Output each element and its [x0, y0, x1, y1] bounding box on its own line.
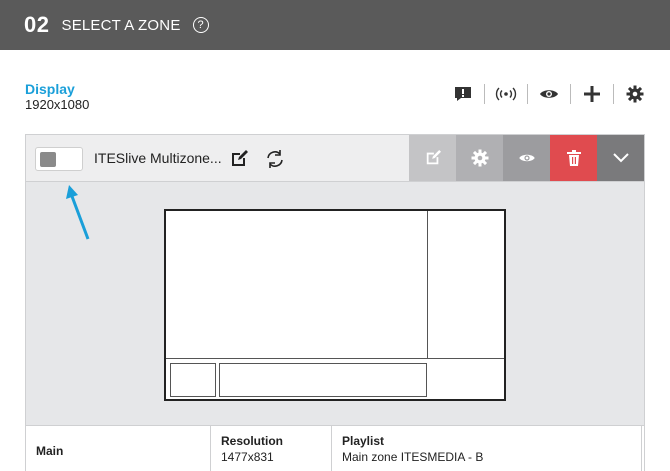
sync-icon[interactable]: [264, 148, 286, 170]
divider: [484, 84, 485, 104]
zone-main-name: Main: [36, 443, 64, 458]
resolution-cell: Resolution 1477x831: [211, 426, 332, 471]
expand-button[interactable]: [597, 135, 644, 181]
playlist-label: Playlist: [342, 434, 385, 448]
display-label[interactable]: Display: [25, 81, 75, 97]
step-number: 02: [24, 12, 50, 37]
zone-main[interactable]: [166, 211, 428, 359]
edit-button[interactable]: [409, 135, 456, 181]
divider: [527, 84, 528, 104]
resolution-label: Resolution: [221, 434, 283, 448]
display-toolbar: [452, 84, 646, 104]
toggle-knob: [40, 152, 56, 167]
resolution-value: 1477x831: [221, 450, 274, 464]
display-resolution: 1920x1080: [25, 97, 90, 112]
zone-layout-preview: [164, 209, 506, 401]
top-header: 02 SELECT A ZONE ?: [0, 0, 670, 50]
zone-side[interactable]: [428, 211, 504, 359]
zone-name: ITESlive Multizone...: [94, 150, 222, 166]
divider: [570, 84, 571, 104]
playlist-cell: Playlist Main zone ITESMEDIA - B: [332, 426, 642, 471]
gear-icon[interactable]: [624, 84, 646, 104]
zone-bottom-left[interactable]: [170, 363, 216, 397]
pointer-arrow-icon: [66, 185, 90, 240]
zone-info-row: Main Resolution 1477x831 Playlist Main z…: [26, 425, 644, 471]
plus-icon[interactable]: [581, 84, 603, 104]
settings-button[interactable]: [456, 135, 503, 181]
zone-name-cell: Main: [26, 426, 211, 471]
preview-button[interactable]: [503, 135, 550, 181]
zone-toggle[interactable]: [35, 147, 83, 171]
page-title: SELECT A ZONE: [61, 16, 181, 34]
eye-icon[interactable]: [538, 84, 560, 104]
broadcast-icon[interactable]: [495, 84, 517, 104]
divider: [613, 84, 614, 104]
delete-button[interactable]: [550, 135, 597, 181]
zone-panel: ITESlive Multizone... Main Resolution 14…: [25, 134, 645, 471]
alert-icon[interactable]: [452, 84, 474, 104]
help-icon[interactable]: ?: [192, 17, 209, 33]
playlist-value: Main zone ITESMEDIA - B: [342, 450, 484, 464]
zone-bottom-center[interactable]: [219, 363, 427, 397]
zone-actions: [409, 135, 644, 181]
zone-header: ITESlive Multizone...: [26, 135, 644, 182]
edit-icon[interactable]: [228, 148, 250, 170]
